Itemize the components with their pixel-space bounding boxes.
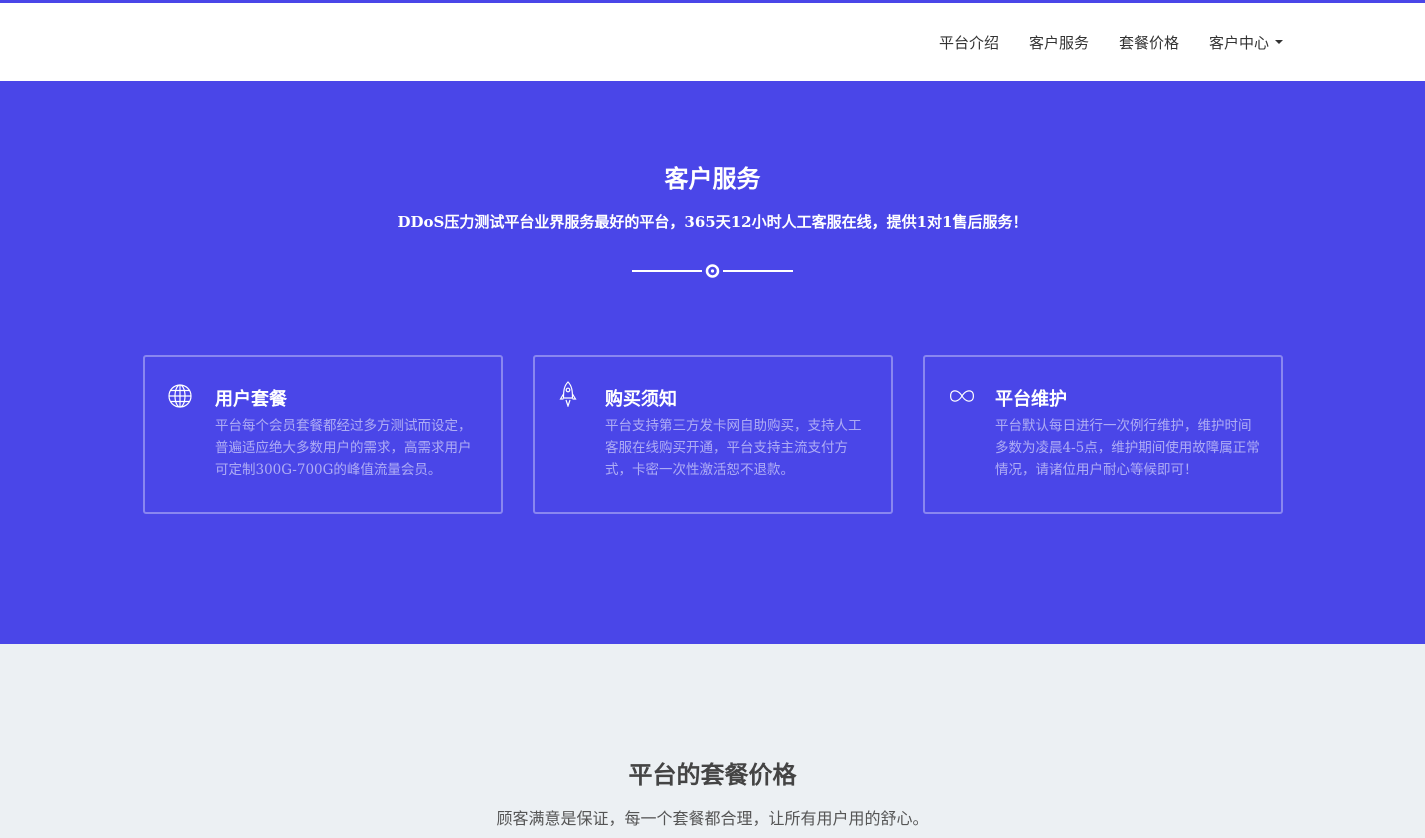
feature-title: 购买须知	[605, 389, 677, 410]
nav-dropdown-customer-center[interactable]: 客户中心	[1209, 32, 1283, 53]
feature-card-purchase: 购买须知 平台支持第三方发卡网自助购买，支持人工客服在线购买开通，平台支持主流支…	[533, 355, 893, 514]
divider-ornament	[632, 264, 793, 278]
hero-title: 客户服务	[664, 164, 761, 193]
feature-title: 平台维护	[995, 389, 1067, 410]
feature-text: 平台每个会员套餐都经过多方测试而设定，普遍适应绝大多数用户的需求，高需求用户可定…	[215, 418, 472, 478]
feature-text: 平台默认每日进行一次例行维护，维护时间多数为凌晨4-5点，维护期间使用故障属正常…	[995, 418, 1260, 478]
globe-icon	[168, 384, 192, 408]
nav-link-pricing[interactable]: 套餐价格	[1119, 32, 1179, 53]
infinity-icon	[950, 390, 974, 402]
navbar: 平台介绍 客户服务 套餐价格 客户中心	[0, 3, 1425, 81]
rocket-icon	[559, 381, 577, 407]
nav-link-customer-service[interactable]: 客户服务	[1029, 32, 1089, 53]
pricing-subtitle: 顾客满意是保证，每一个套餐都合理，让所有用户用的舒心。	[496, 809, 929, 828]
hero-section: 客户服务 DDoS压力测试平台业界服务最好的平台，365天12小时人工客服在线，…	[0, 81, 1425, 644]
nav-link-platform-intro[interactable]: 平台介绍	[939, 32, 999, 53]
pricing-title: 平台的套餐价格	[628, 760, 797, 789]
feature-title: 用户套餐	[215, 389, 287, 410]
feature-card-maintenance: 平台维护 平台默认每日进行一次例行维护，维护时间多数为凌晨4-5点，维护期间使用…	[923, 355, 1283, 514]
nav-dropdown-label: 客户中心	[1208, 33, 1269, 52]
feature-text: 平台支持第三方发卡网自助购买，支持人工客服在线购买开通，平台支持主流支付方式，卡…	[605, 418, 862, 478]
nav-menu: 平台介绍 客户服务 套餐价格 客户中心	[909, 3, 1283, 81]
feature-cards: 用户套餐 平台每个会员套餐都经过多方测试而设定，普遍适应绝大多数用户的需求，高需…	[143, 355, 1283, 514]
caret-down-icon	[1275, 40, 1283, 44]
hero-subtitle: DDoS压力测试平台业界服务最好的平台，365天12小时人工客服在线，提供1对1…	[397, 213, 1028, 231]
feature-card-packages: 用户套餐 平台每个会员套餐都经过多方测试而设定，普遍适应绝大多数用户的需求，高需…	[143, 355, 503, 514]
